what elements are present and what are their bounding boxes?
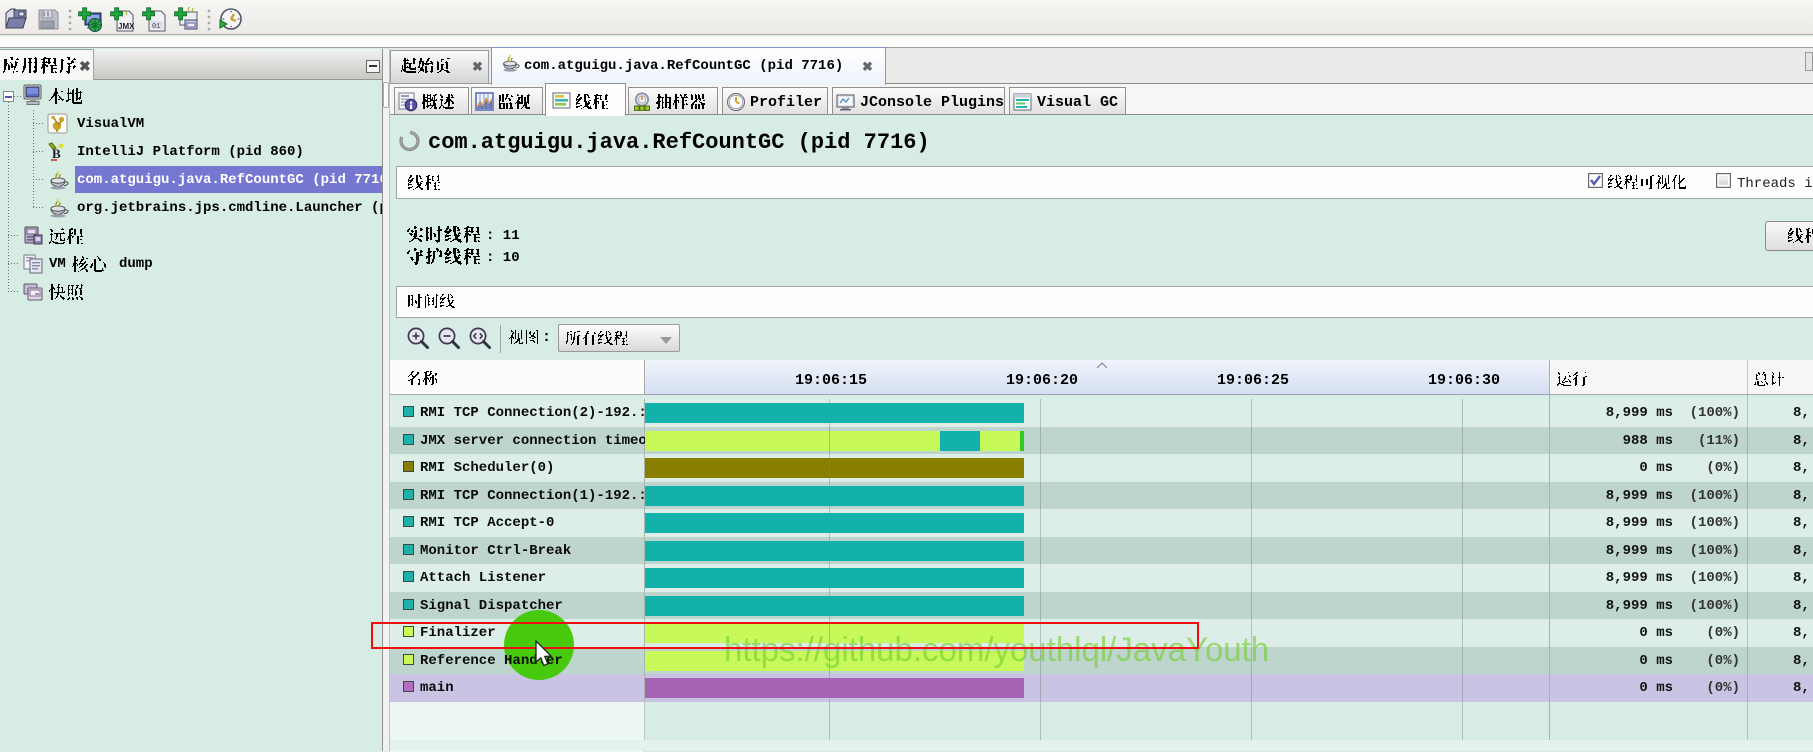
svg-text:01: 01 xyxy=(152,23,160,31)
svg-text:JMX: JMX xyxy=(118,22,135,31)
svg-text:B: B xyxy=(52,146,61,161)
